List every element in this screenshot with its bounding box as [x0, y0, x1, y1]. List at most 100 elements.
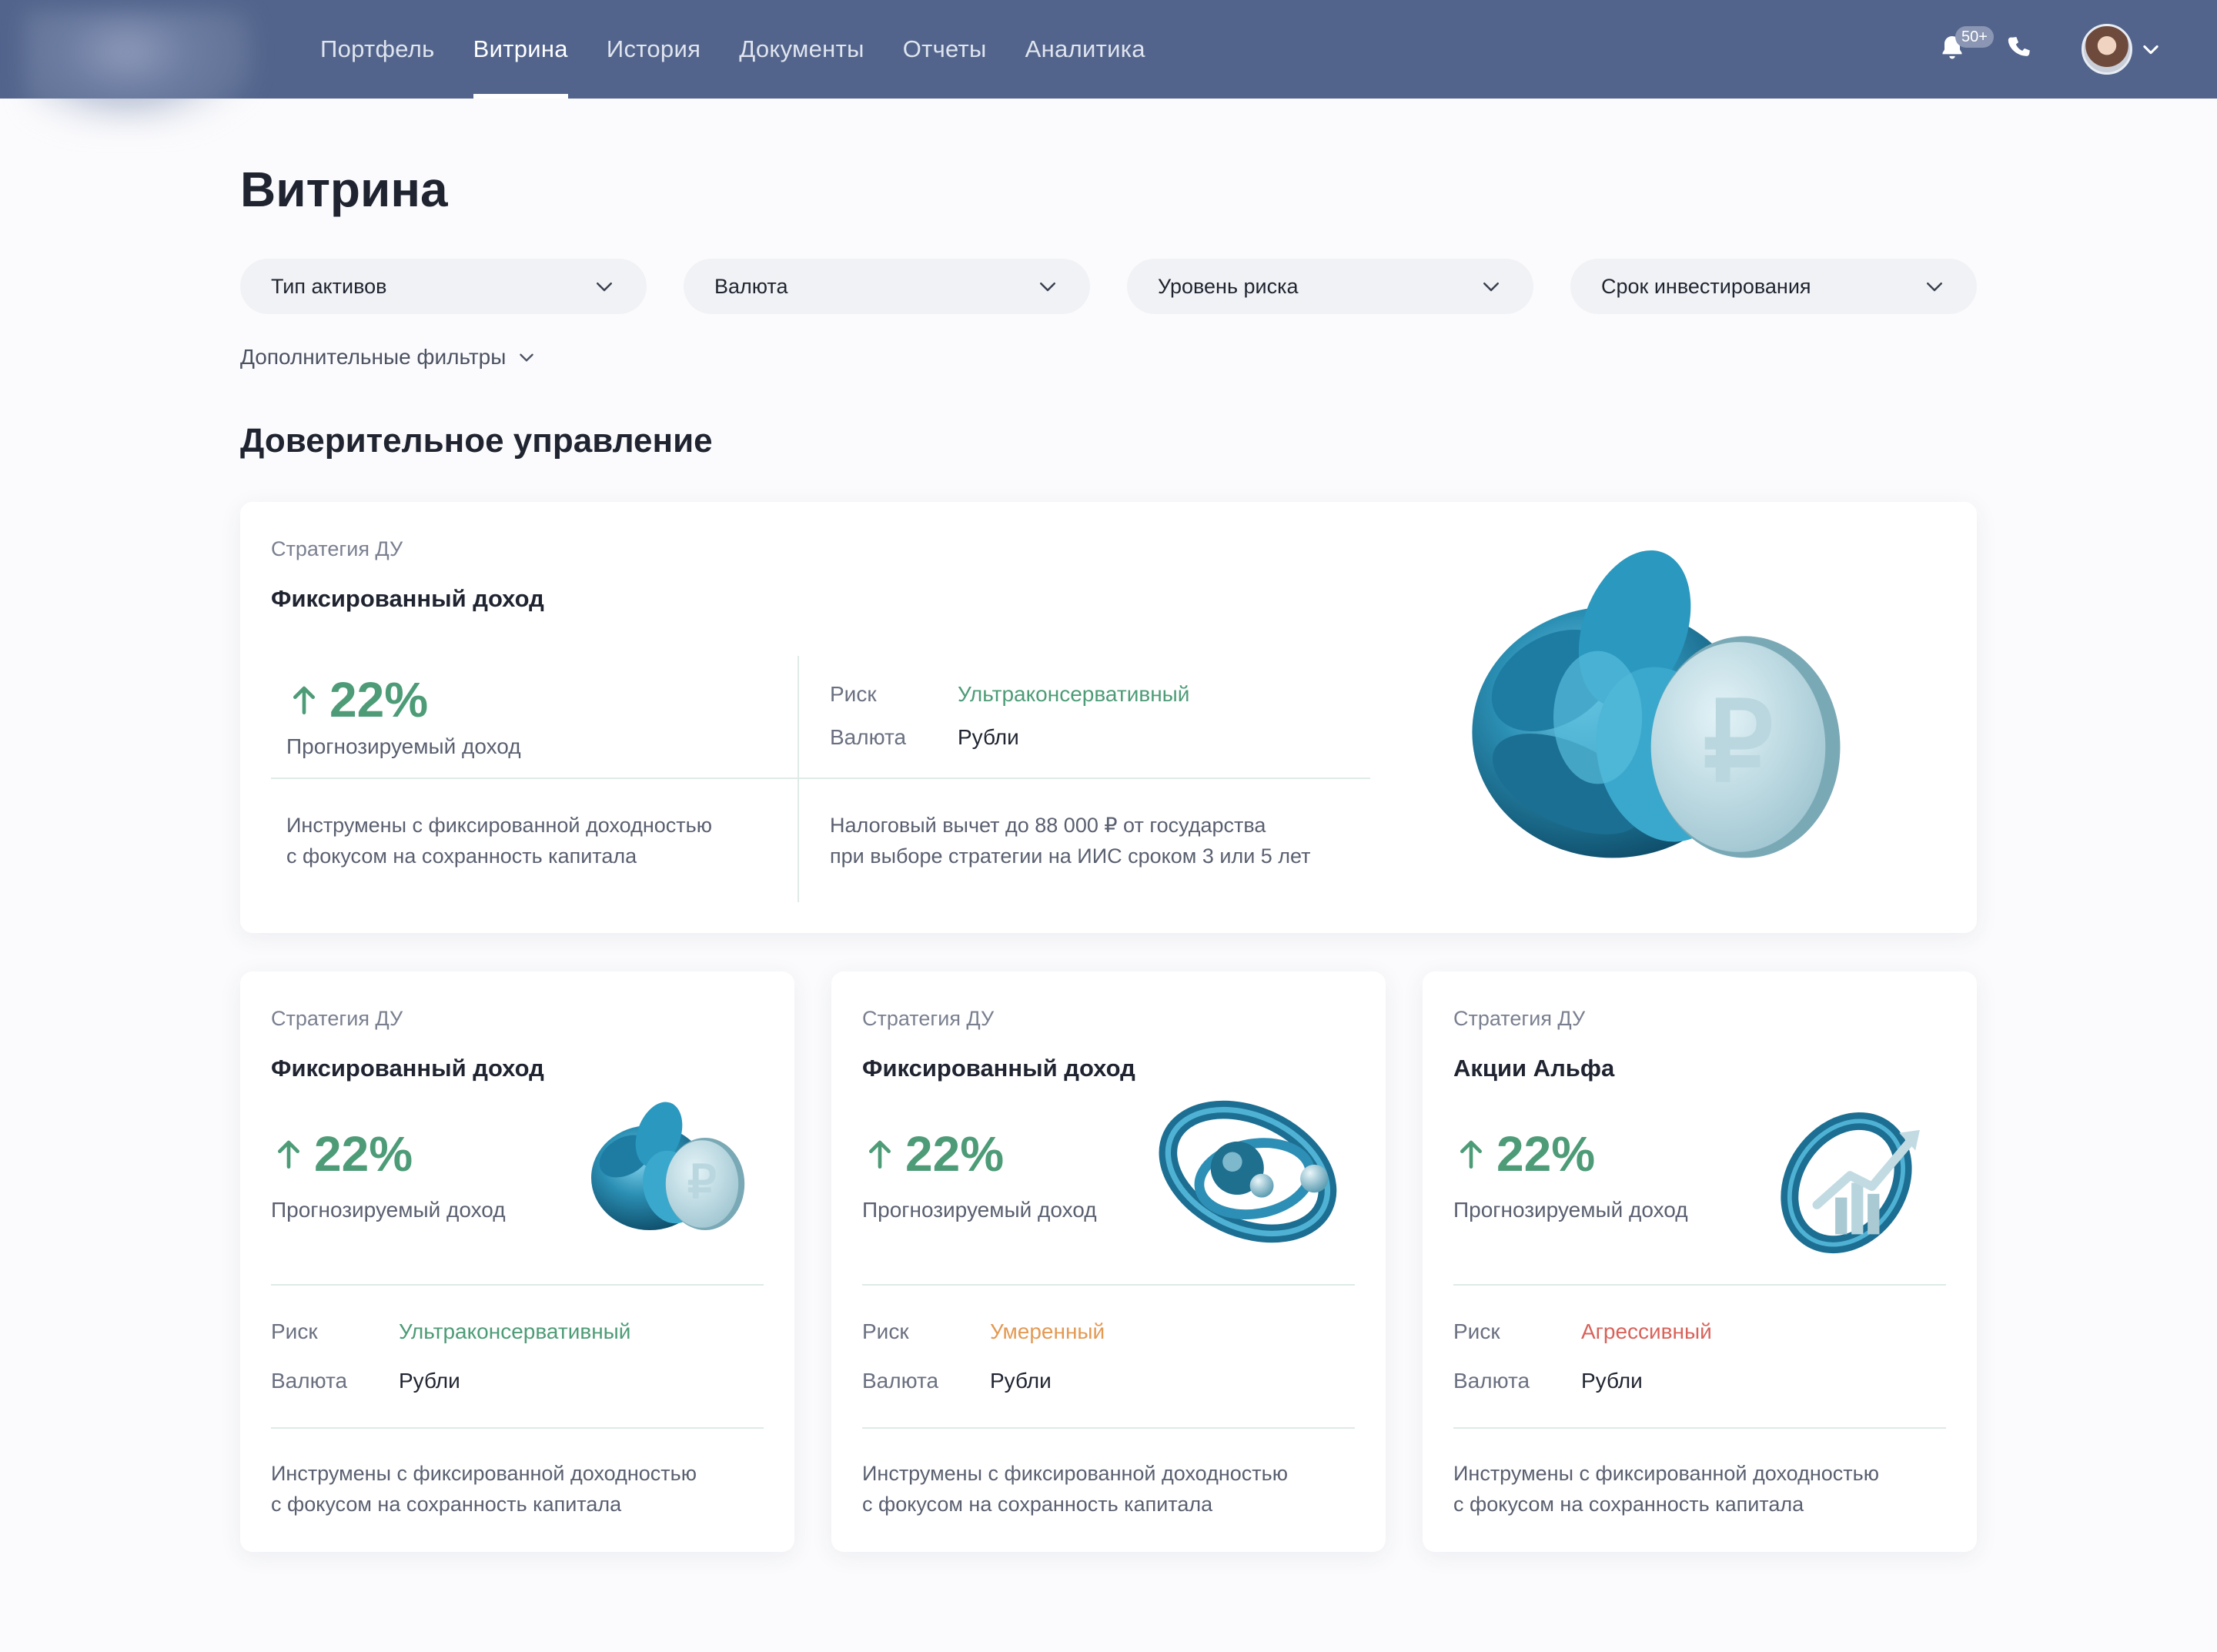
card-kicker: Стратегия ДУ: [1453, 1007, 1586, 1030]
divider-horizontal: [862, 1284, 1355, 1286]
more-filters-toggle[interactable]: Дополнительные фильтры: [240, 345, 537, 370]
divider-horizontal: [1453, 1427, 1946, 1429]
notifications-badge: 50+: [1955, 26, 1994, 48]
description-line: Инструмены с фиксированной доходностью: [271, 1462, 697, 1485]
arrow-up-icon: [293, 686, 315, 714]
svg-text:₽: ₽: [1703, 681, 1774, 804]
card-title: Фиксированный доход: [271, 585, 544, 612]
orbit-spheres-icon: [1159, 1100, 1337, 1243]
divider-horizontal: [271, 778, 1370, 779]
risk-value: Ультраконсервативный: [399, 1319, 631, 1343]
page-title: Витрина: [240, 162, 448, 217]
currency-label: Валюта: [830, 725, 907, 749]
description-line: Инструмены с фиксированной доходностью: [286, 814, 712, 837]
risk-label: Риск: [1453, 1319, 1500, 1343]
currency-label: Валюта: [1453, 1369, 1530, 1393]
expected-return-value: 22%: [1496, 1126, 1596, 1182]
filter-risk-level[interactable]: Уровень риска: [1127, 259, 1533, 314]
expected-return: 22%: [1458, 1125, 1595, 1182]
divider-horizontal: [271, 1427, 764, 1429]
expected-return-label: Прогнозируемый доход: [1453, 1198, 1688, 1222]
filter-currency[interactable]: Валюта: [684, 259, 1090, 314]
divider-horizontal: [862, 1427, 1355, 1429]
expected-return-label: Прогнозируемый доход: [286, 734, 521, 758]
risk-label: Риск: [862, 1319, 909, 1343]
divider-vertical: [798, 656, 799, 902]
strategy-card[interactable]: Стратегия ДУ Акции Альфа 22% Прогнозируе…: [1423, 971, 1977, 1552]
description-line: с фокусом на сохранность капитала: [271, 1493, 622, 1516]
currency-value: Рубли: [1581, 1369, 1643, 1393]
expected-return: 22%: [276, 1125, 413, 1182]
card-description: Инструмены с фиксированной доходностью с…: [271, 1458, 697, 1520]
ruble-coin-knot-icon: ₽: [591, 1102, 745, 1230]
expected-return-label: Прогнозируемый доход: [862, 1198, 1097, 1222]
filter-label: Тип активов: [271, 274, 387, 298]
nav-item-analytics[interactable]: Аналитика: [1025, 0, 1145, 99]
card-kicker: Стратегия ДУ: [862, 1007, 995, 1030]
logo[interactable]: [23, 9, 254, 132]
top-navigation-bar: Портфель Витрина История Документы Отчет…: [0, 0, 2217, 132]
nav-item-documents[interactable]: Документы: [739, 0, 864, 99]
divider-horizontal: [1453, 1284, 1946, 1286]
card-title: Акции Альфа: [1453, 1055, 1615, 1082]
top-actions: 50+: [1937, 0, 2162, 99]
card-kicker: Стратегия ДУ: [271, 537, 403, 560]
chevron-down-icon: [1927, 283, 1942, 292]
card-kicker: Стратегия ДУ: [271, 1007, 403, 1030]
nav-item-showcase[interactable]: Витрина: [473, 0, 569, 99]
section-title: Доверительное управление: [240, 422, 713, 460]
description-line: при выборе стратегии на ИИС сроком 3 или…: [830, 844, 1311, 868]
notifications-button[interactable]: 50+: [1937, 26, 1994, 66]
currency-label: Валюта: [862, 1369, 939, 1393]
tax-deduction-note: Налоговый вычет до 88 000 ₽ от государст…: [830, 810, 1311, 871]
arrow-up-icon: [278, 1140, 299, 1169]
strategy-card[interactable]: Стратегия ДУ Фиксированный доход 22% Про…: [831, 971, 1386, 1552]
chevron-down-icon: [597, 283, 612, 292]
card-title: Фиксированный доход: [862, 1055, 1135, 1082]
filter-asset-type[interactable]: Тип активов: [240, 259, 647, 314]
chevron-down-icon: [1040, 283, 1055, 292]
currency-value: Рубли: [990, 1369, 1052, 1393]
arrow-up-icon: [869, 1140, 891, 1169]
expected-return: 22%: [867, 1125, 1004, 1182]
description-line: с фокусом на сохранность капитала: [286, 844, 637, 868]
card-description: Инструмены с фиксированной доходностью с…: [862, 1458, 1288, 1520]
filter-label: Срок инвестирования: [1601, 274, 1811, 298]
card-description: Инструмены с фиксированной доходностью с…: [1453, 1458, 1879, 1520]
expected-return-value: 22%: [905, 1126, 1005, 1182]
description-line: Инструмены с фиксированной доходностью: [862, 1462, 1288, 1485]
nav-item-reports[interactable]: Отчеты: [903, 0, 987, 99]
more-filters-label: Дополнительные фильтры: [240, 345, 507, 369]
description-line: Инструмены с фиксированной доходностью: [1453, 1462, 1879, 1485]
risk-value: Агрессивный: [1581, 1319, 1712, 1343]
risk-value: Ультраконсервативный: [958, 682, 1190, 706]
nav-item-history[interactable]: История: [607, 0, 701, 99]
chevron-down-icon: [1483, 283, 1499, 292]
featured-strategy-card[interactable]: Стратегия ДУ Фиксированный доход 22% Про…: [240, 502, 1977, 933]
ruble-coin-knot-icon: ₽: [1472, 550, 1841, 858]
expected-return-value: 22%: [329, 672, 429, 727]
chevron-down-icon[interactable]: [2140, 38, 2162, 60]
card-description: Инструмены с фиксированной доходностью с…: [286, 810, 712, 871]
filter-label: Валюта: [714, 274, 788, 298]
phone-icon[interactable]: [2005, 34, 2035, 65]
growth-chart-ring-icon: [1781, 1112, 1920, 1254]
filter-label: Уровень риска: [1158, 274, 1299, 298]
chevron-down-icon: [520, 353, 534, 362]
nav-item-portfolio[interactable]: Портфель: [320, 0, 435, 99]
card-title: Фиксированный доход: [271, 1055, 544, 1082]
currency-label: Валюта: [271, 1369, 348, 1393]
divider-horizontal: [271, 1284, 764, 1286]
risk-label: Риск: [830, 682, 877, 706]
currency-value: Рубли: [958, 725, 1019, 749]
description-line: Налоговый вычет до 88 000 ₽ от государст…: [830, 814, 1266, 837]
expected-return-label: Прогнозируемый доход: [271, 1198, 506, 1222]
strategy-card[interactable]: Стратегия ДУ Фиксированный доход 22% Про…: [240, 971, 794, 1552]
avatar[interactable]: [2082, 24, 2132, 75]
description-line: с фокусом на сохранность капитала: [1453, 1493, 1804, 1516]
risk-label: Риск: [271, 1319, 318, 1343]
arrow-up-icon: [1460, 1140, 1482, 1169]
description-line: с фокусом на сохранность капитала: [862, 1493, 1213, 1516]
filters-row: Тип активов Валюта Уровень риска Срок ин…: [240, 259, 1977, 314]
filter-investment-term[interactable]: Срок инвестирования: [1570, 259, 1977, 314]
